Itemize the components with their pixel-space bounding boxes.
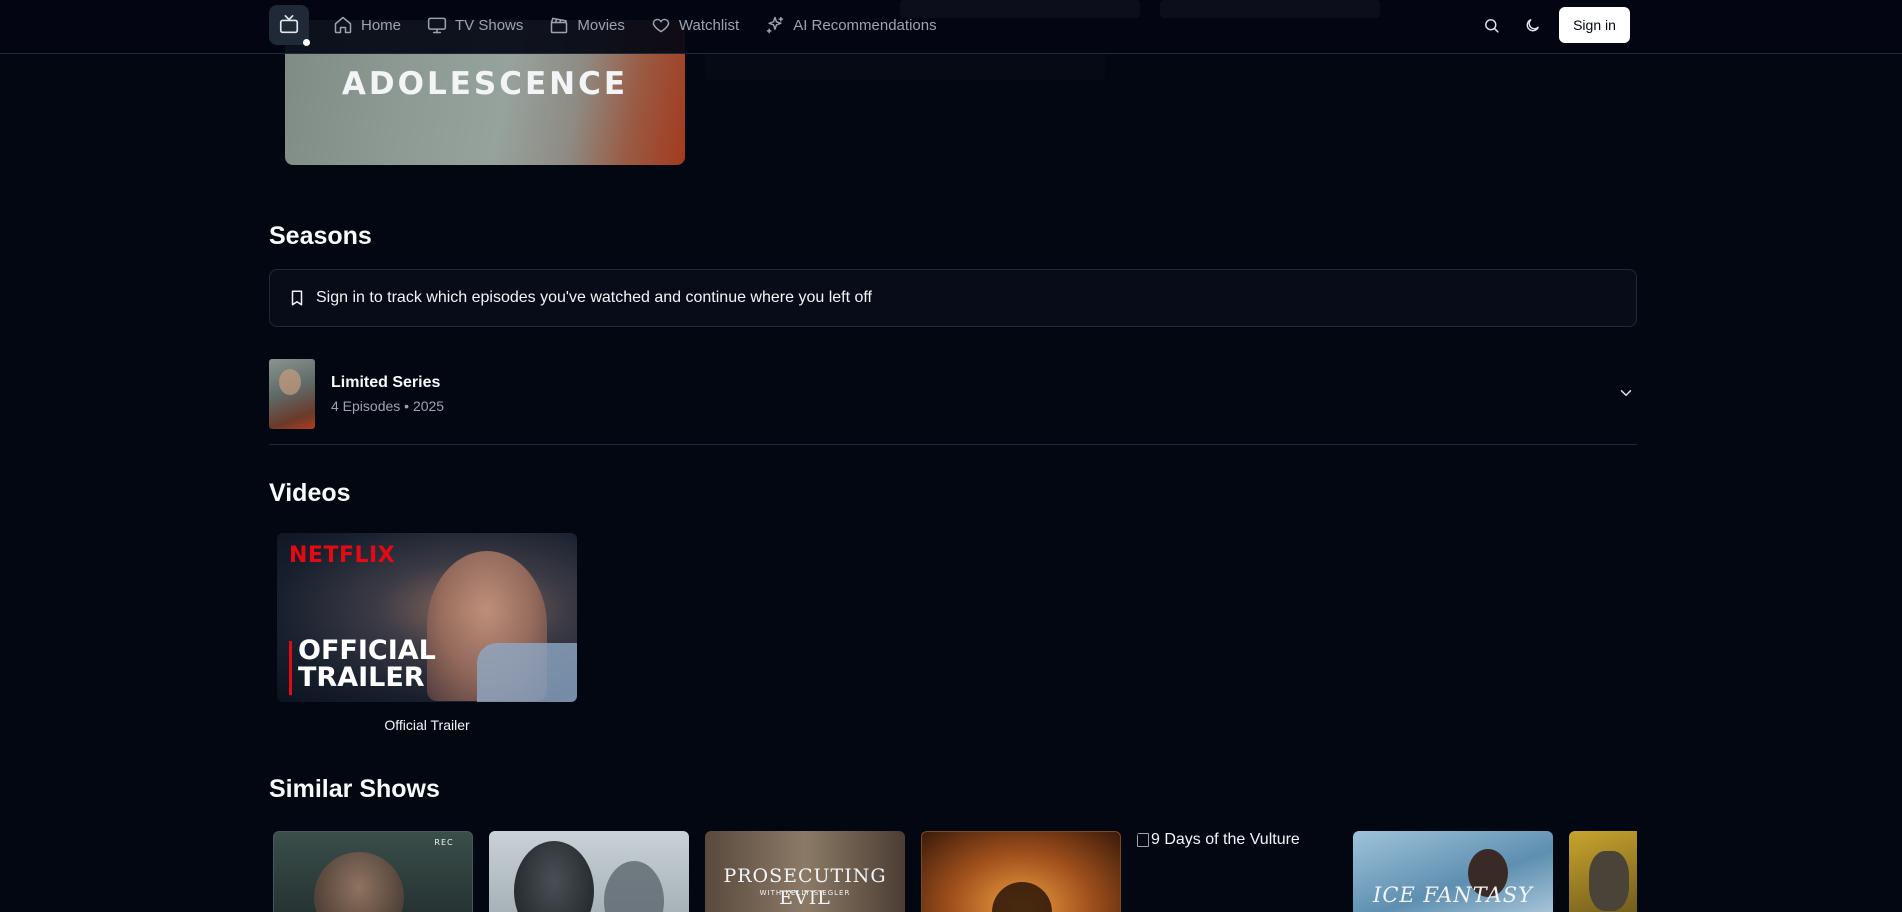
- videos-heading: Videos: [269, 479, 351, 507]
- broken-image-alt: 9 Days of the Vulture: [1137, 831, 1300, 849]
- similar-show-card[interactable]: [921, 831, 1121, 912]
- poster-title: PROSECUTING EVIL: [723, 865, 887, 909]
- poster-figure: [992, 882, 1052, 912]
- broken-image-icon: [1137, 833, 1149, 847]
- nav-item-watchlist[interactable]: Watchlist: [651, 15, 739, 35]
- search-icon: [1484, 18, 1499, 33]
- similar-show-card[interactable]: 9 Days of the Vulture: [1137, 831, 1337, 912]
- video-thumbnail[interactable]: NETFLIX OFFICIAL TRAILER: [277, 533, 577, 702]
- netflix-logo: NETFLIX: [289, 543, 396, 568]
- poster-figure: [514, 841, 594, 912]
- season-meta: 4 Episodes • 2025: [331, 398, 445, 414]
- season-accordion-item[interactable]: Limited Series 4 Episodes • 2025: [269, 358, 1637, 445]
- accent-bar: [289, 641, 292, 695]
- nav-item-label: AI Recommendations: [793, 16, 937, 34]
- poster-figure: [604, 861, 664, 912]
- logo-button[interactable]: [269, 5, 310, 46]
- similar-show-card[interactable]: ICE FANTASY: [1353, 831, 1553, 912]
- background-blur: [1160, 0, 1380, 18]
- similar-show-card[interactable]: [489, 831, 689, 912]
- video-caption: Official Trailer: [384, 717, 470, 733]
- similar-show-card[interactable]: [1569, 831, 1637, 912]
- poster-figure: [1589, 851, 1629, 911]
- home-icon: [334, 16, 352, 34]
- nav-item-label: Home: [361, 16, 402, 34]
- poster-title: ADOLESCENCE: [341, 66, 629, 102]
- poster-title: ICE FANTASY: [1373, 883, 1533, 907]
- thumbnail-figure: [279, 369, 301, 395]
- video-card[interactable]: NETFLIX OFFICIAL TRAILER Official Traile…: [277, 533, 577, 733]
- similar-shows-heading: Similar Shows: [269, 775, 440, 803]
- nav-item-label: TV Shows: [455, 16, 524, 34]
- season-title: Limited Series: [331, 374, 441, 391]
- top-navigation-bar: Home TV Shows Movies Watchlist AI Recomm…: [0, 0, 1902, 54]
- poster-text: REC: [434, 838, 454, 847]
- hero-backdrop: [705, 50, 1105, 80]
- tv-icon: [427, 17, 447, 34]
- nav-item-label: Movies: [577, 16, 625, 34]
- moon-icon: [1526, 18, 1539, 31]
- sign-in-notice: Sign in to track which episodes you've w…: [269, 269, 1637, 327]
- similar-shows-carousel: REC PROSECUTING EVIL WITH KELLY SIEGLER …: [269, 831, 1637, 912]
- notification-dot: [303, 39, 310, 46]
- sign-in-button[interactable]: Sign in: [1559, 7, 1630, 43]
- nav-item-movies[interactable]: Movies: [549, 15, 625, 35]
- thumbnail-overlay-text: OFFICIAL TRAILER: [298, 635, 436, 693]
- sparkles-icon: [766, 16, 784, 34]
- similar-show-card[interactable]: PROSECUTING EVIL WITH KELLY SIEGLER: [705, 831, 905, 912]
- clapperboard-icon: [551, 17, 568, 34]
- nav-item-label: Watchlist: [678, 16, 740, 34]
- heart-icon: [652, 18, 670, 33]
- similar-show-card[interactable]: REC: [273, 831, 473, 912]
- nav-item-tv-shows[interactable]: TV Shows: [427, 15, 523, 35]
- chevron-down-icon: [1620, 390, 1632, 396]
- expand-season-button[interactable]: [1617, 384, 1635, 402]
- search-button[interactable]: [1479, 13, 1503, 37]
- image-alt-text: 9 Days of the Vulture: [1151, 831, 1300, 848]
- season-thumbnail: [269, 359, 315, 429]
- main-nav: Home TV Shows Movies Watchlist AI Recomm…: [333, 0, 937, 50]
- poster-subtitle: WITH KELLY SIEGLER: [759, 889, 851, 897]
- thumbnail-shirt: [477, 643, 577, 702]
- theme-toggle-button[interactable]: [1520, 13, 1544, 37]
- bookmark-icon: [291, 290, 303, 306]
- poster-figure: [314, 852, 404, 912]
- notice-text: Sign in to track which episodes you've w…: [316, 289, 872, 306]
- tv-logo-icon: [279, 15, 299, 34]
- nav-item-home[interactable]: Home: [333, 15, 401, 35]
- nav-item-ai-recommendations[interactable]: AI Recommendations: [765, 15, 937, 35]
- seasons-heading: Seasons: [269, 222, 372, 250]
